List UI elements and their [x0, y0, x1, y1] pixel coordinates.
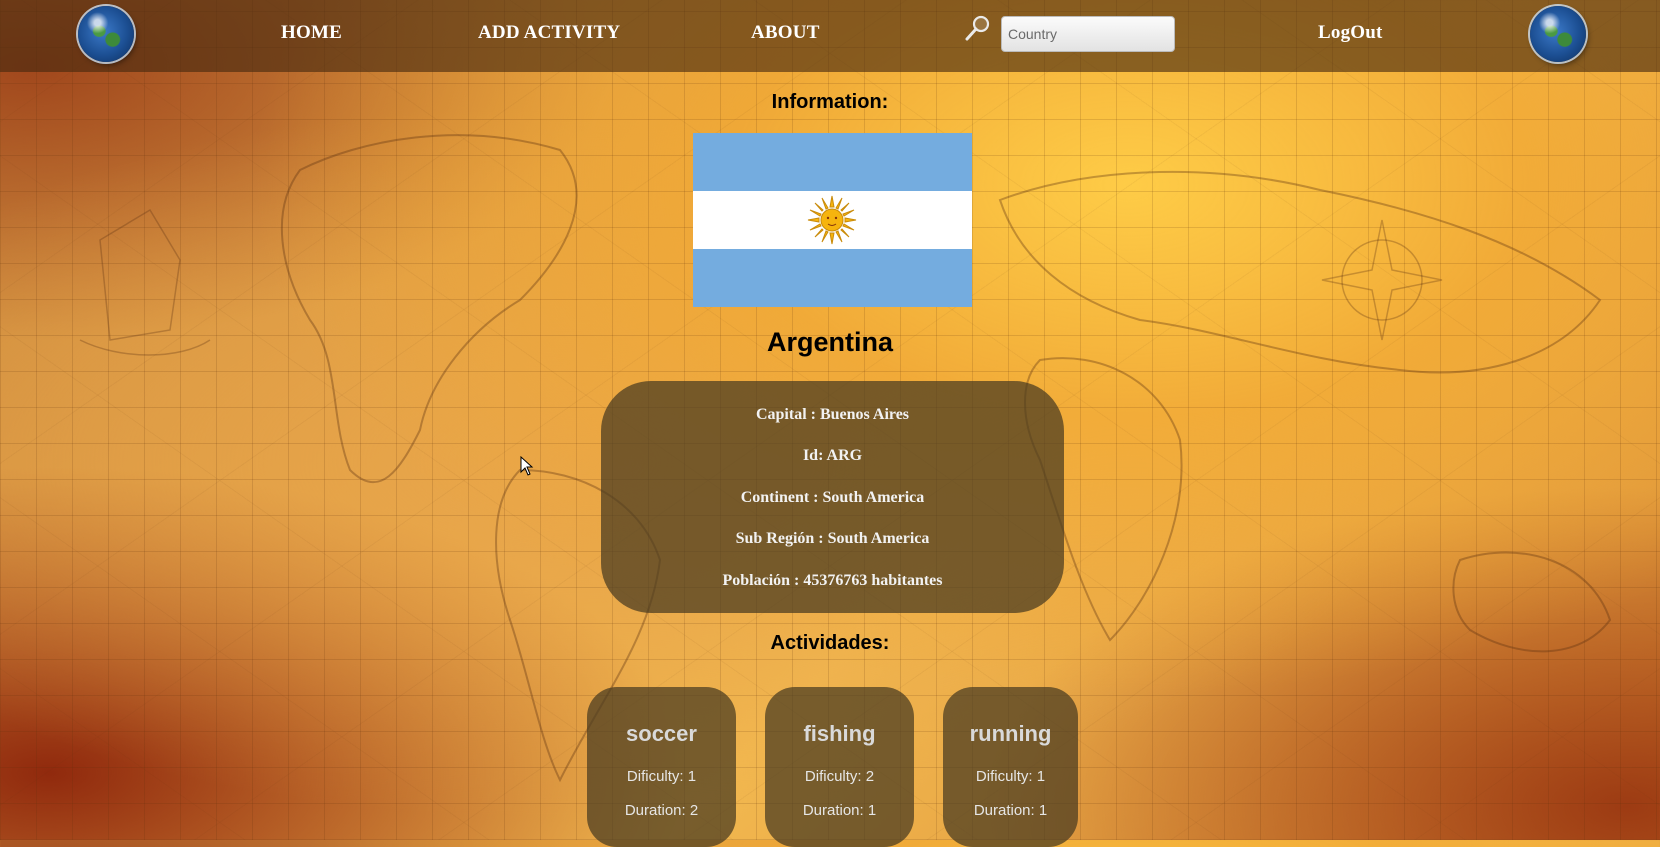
- country-name-title: Argentina: [766, 327, 893, 357]
- activities-heading: Actividades:: [770, 632, 890, 654]
- activity-name: running: [969, 721, 1052, 746]
- activity-difficulty: Dificulty: 1: [626, 768, 697, 785]
- activity-card: soccer Dificulty: 1 Duration: 2: [587, 687, 736, 847]
- country-search-input[interactable]: [1001, 16, 1175, 52]
- subregion-text: Sub Región : South America: [735, 530, 930, 547]
- flag-middle-stripe: [693, 191, 972, 249]
- information-heading: Information:: [771, 91, 889, 113]
- mouse-cursor-icon: [520, 456, 534, 476]
- activity-card: running Dificulty: 1 Duration: 1: [943, 687, 1078, 847]
- flag-bottom-stripe: [693, 249, 972, 307]
- flag-top-stripe: [693, 133, 972, 191]
- activity-difficulty: Dificulty: 2: [804, 768, 875, 785]
- capital-text: Capital : Buenos Aires: [755, 406, 910, 423]
- population-text: Población : 45376763 habitantes: [722, 572, 943, 589]
- navbar: HOME ADD ACTIVITY ABOUT LogOut: [0, 0, 1660, 72]
- activity-name: fishing: [803, 721, 876, 746]
- nav-about-link[interactable]: ABOUT: [751, 22, 820, 44]
- activity-duration: Duration: 2: [624, 802, 699, 819]
- activity-duration: Duration: 1: [973, 802, 1048, 819]
- nav-logout-link[interactable]: LogOut: [1318, 22, 1383, 44]
- continent-text: Continent : South America: [740, 489, 925, 506]
- activity-name: soccer: [626, 721, 697, 746]
- argentina-flag-image: [693, 133, 972, 307]
- left-globe-logo-icon[interactable]: [78, 6, 134, 62]
- id-text: Id: ARG: [802, 447, 863, 464]
- sun-of-may-icon: [807, 195, 857, 245]
- activity-card: fishing Dificulty: 2 Duration: 1: [765, 687, 914, 847]
- country-info-panel: Capital : Buenos Aires Id: ARG Continent…: [601, 381, 1064, 613]
- activity-difficulty: Dificulty: 1: [975, 768, 1046, 785]
- nav-add-activity-link[interactable]: ADD ACTIVITY: [478, 22, 620, 44]
- nav-home-link[interactable]: HOME: [281, 22, 342, 44]
- activity-duration: Duration: 1: [802, 802, 877, 819]
- right-globe-logo-icon[interactable]: [1530, 6, 1586, 62]
- search-icon[interactable]: [964, 14, 992, 42]
